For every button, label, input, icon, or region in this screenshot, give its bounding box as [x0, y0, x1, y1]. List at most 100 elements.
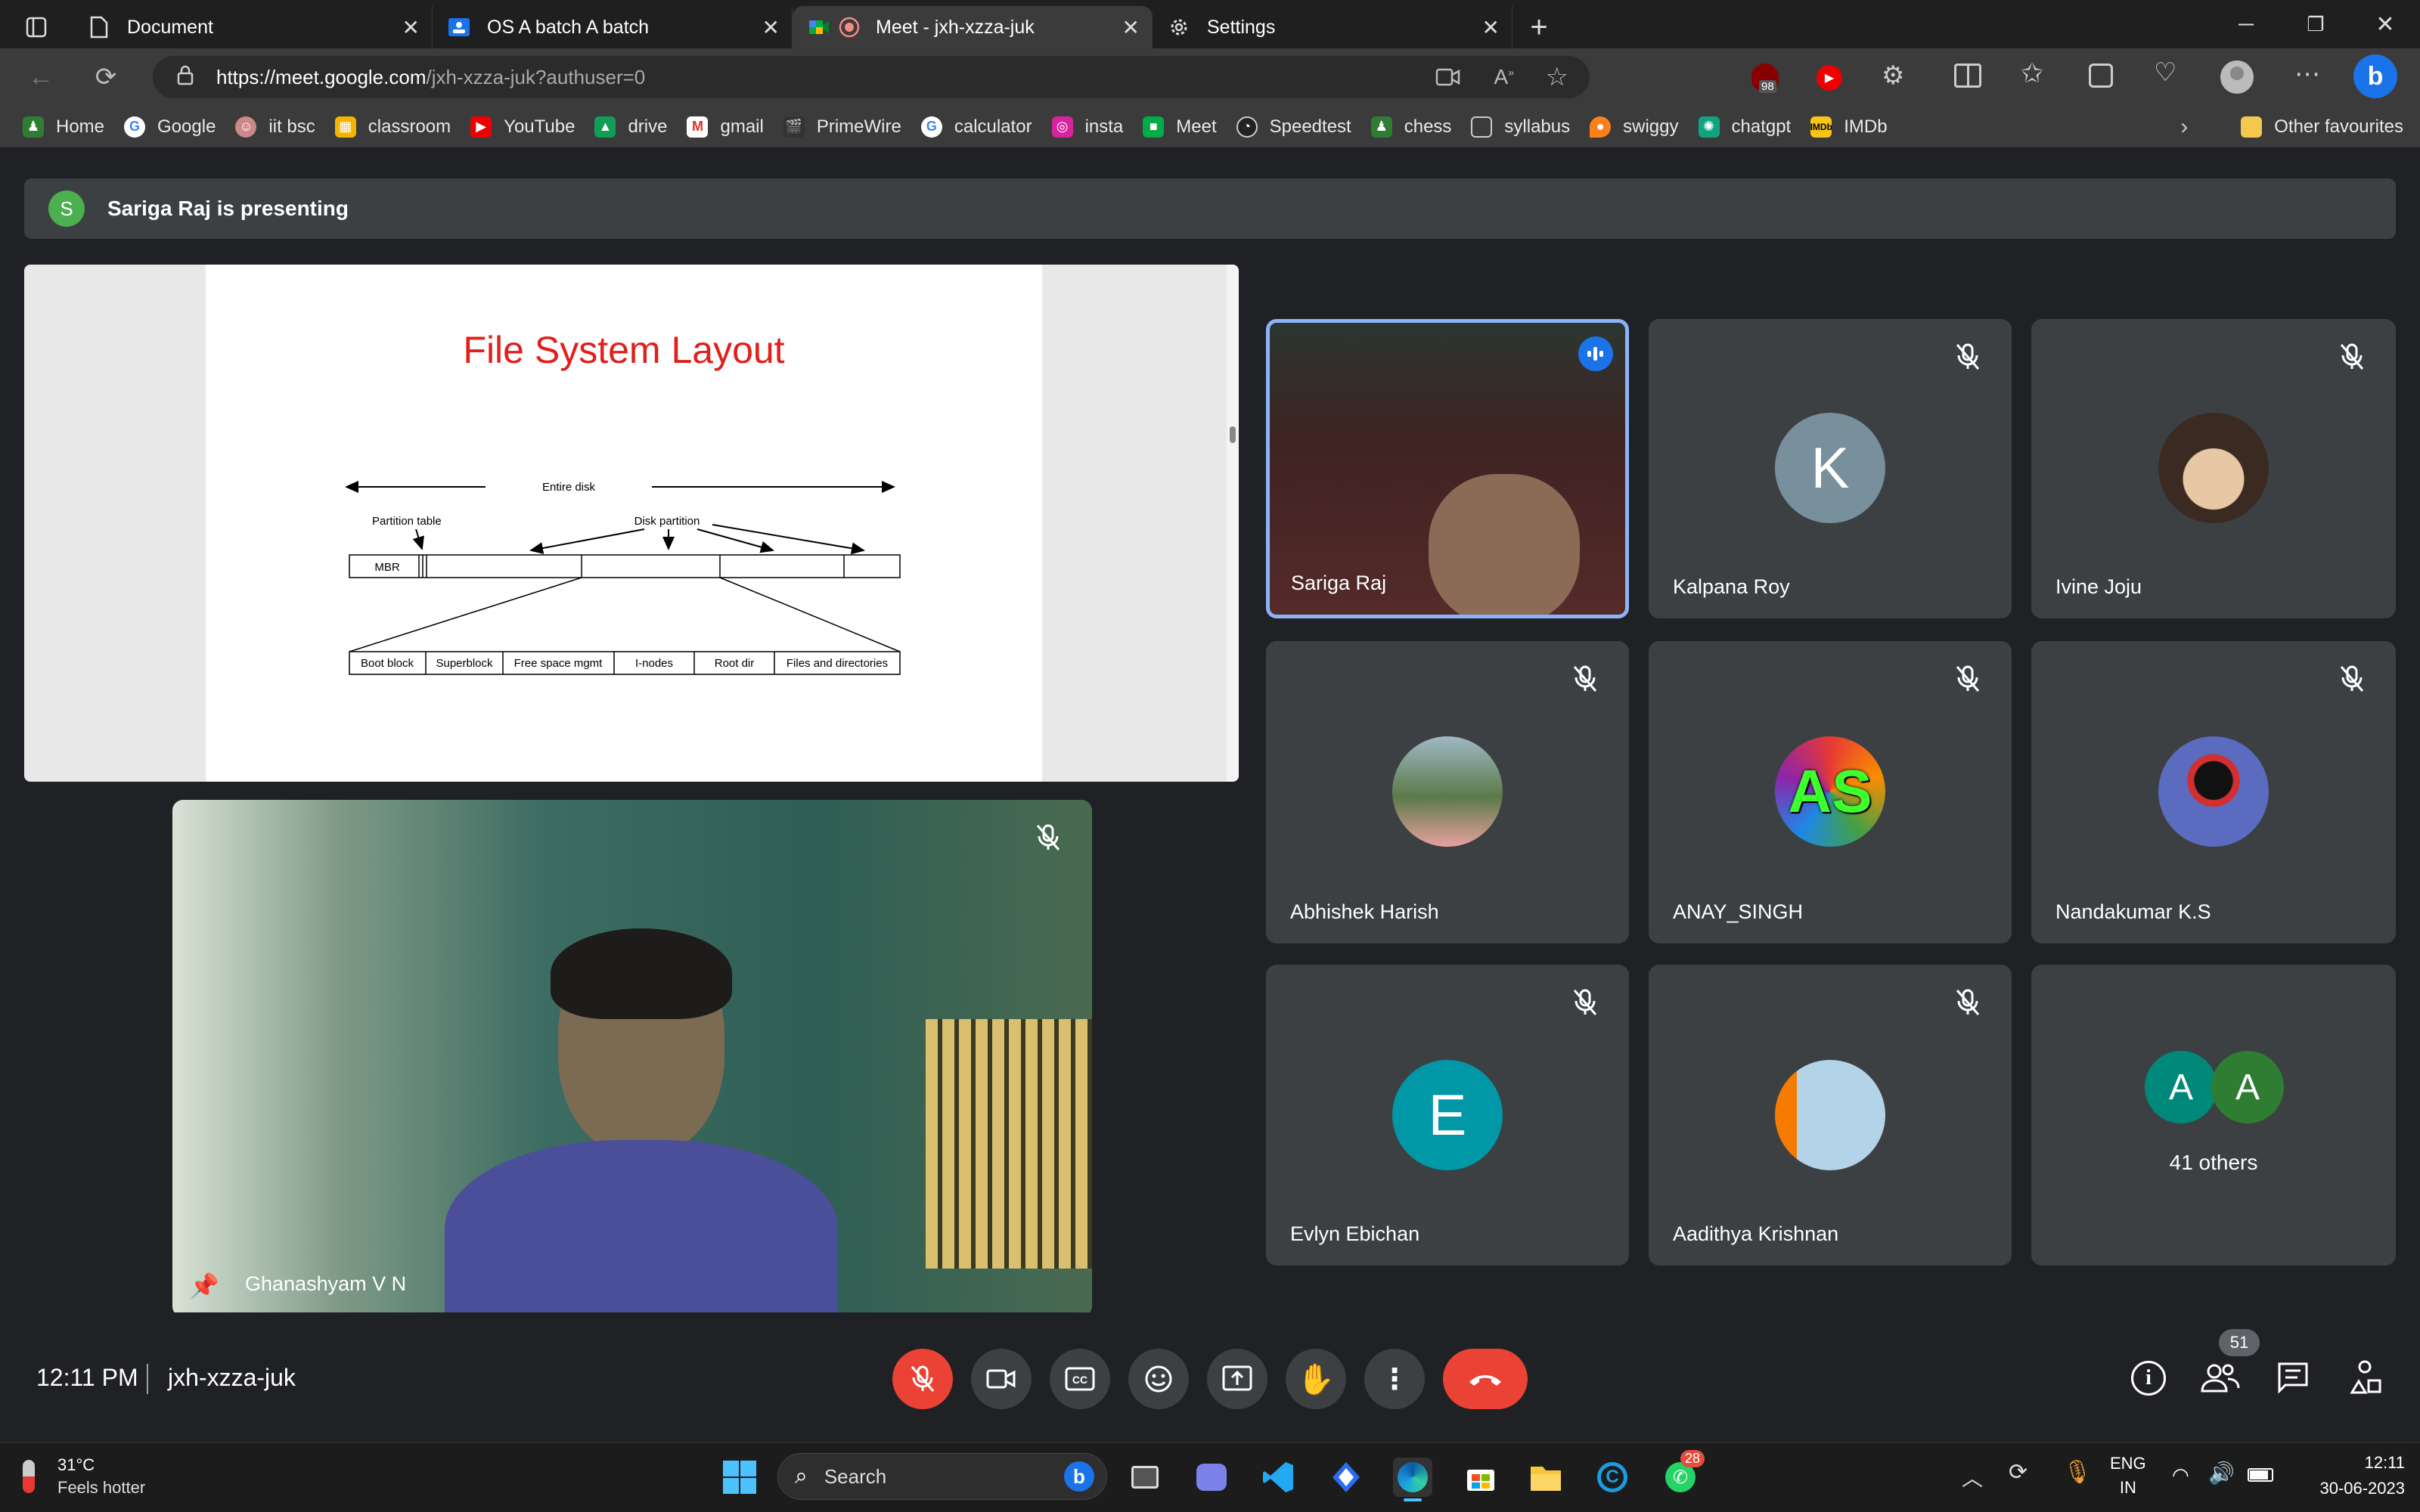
present-screen-button[interactable]	[1207, 1349, 1267, 1409]
imdb-icon: IMDb	[1810, 116, 1832, 138]
restore-button[interactable]: ❐	[2281, 13, 2350, 36]
shared-screen[interactable]: File System Layout Entire disk Partition…	[24, 265, 1239, 782]
favourite-star-icon[interactable]: ☆	[1546, 62, 1568, 92]
bookmark-syllabus[interactable]: syllabus	[1471, 116, 1570, 138]
raise-hand-button[interactable]: ✋	[1286, 1349, 1346, 1409]
collections-icon[interactable]	[2089, 64, 2113, 88]
bookmark-chatgpt[interactable]: ✺ chatgpt	[1698, 116, 1791, 138]
tab-actions-icon[interactable]	[0, 6, 73, 48]
participant-tile-ivine-joju[interactable]: Ivine Joju	[2031, 319, 2396, 618]
leave-call-button[interactable]	[1443, 1349, 1528, 1409]
reactions-button[interactable]	[1128, 1349, 1189, 1409]
bing-copilot-icon[interactable]: b	[2353, 54, 2397, 98]
system-clock[interactable]: 12:11 30-06-2023	[2291, 1450, 2405, 1501]
search-icon: ⌕	[795, 1464, 808, 1489]
tab-settings[interactable]: Settings ✕	[1153, 6, 1512, 48]
camera-toggle-button[interactable]	[971, 1349, 1032, 1409]
participant-tile-abhishek-harish[interactable]: Abhishek Harish	[1266, 641, 1629, 943]
bookmark-google[interactable]: G Google	[124, 116, 216, 138]
start-button[interactable]	[720, 1458, 759, 1497]
tab-meet[interactable]: Meet - jxh-xzza-juk ✕	[793, 6, 1153, 48]
close-icon[interactable]: ✕	[1482, 15, 1500, 40]
volume-icon[interactable]: 🔊	[2208, 1461, 2235, 1486]
url-bar[interactable]: https://meet.google.com /jxh-xzza-juk?au…	[153, 56, 1590, 98]
show-hidden-icons-chevron[interactable]: ︿	[1962, 1462, 1983, 1492]
captions-button[interactable]: CC	[1050, 1349, 1110, 1409]
tab-document[interactable]: Document ✕	[73, 6, 433, 48]
vscode-icon[interactable]	[1258, 1458, 1298, 1497]
participant-tile-sariga-raj[interactable]: Sariga Raj	[1266, 319, 1629, 618]
read-aloud-icon[interactable]: A»	[1494, 65, 1514, 89]
bookmark-calculator[interactable]: Gcalculator	[920, 116, 1032, 138]
battery-icon[interactable]	[2248, 1468, 2273, 1482]
slide-scrollbar[interactable]	[1227, 265, 1239, 782]
taskbar-search[interactable]: ⌕ Search b	[777, 1453, 1107, 1500]
bookmark-classroom[interactable]: ▦ classroom	[334, 116, 451, 138]
svg-text:CC: CC	[1072, 1374, 1087, 1386]
participant-tile-aadithya-krishnan[interactable]: Aadithya Krishnan	[1649, 965, 2012, 1266]
bookmark-meet[interactable]: ■ Meet	[1143, 116, 1217, 138]
more-menu-icon[interactable]: ⋯	[2294, 59, 2320, 89]
split-screen-icon[interactable]	[1954, 64, 1981, 88]
teams-chat-icon[interactable]	[1192, 1458, 1231, 1497]
microphone-in-use-icon[interactable]: 🎙	[2063, 1459, 2092, 1486]
people-button[interactable]	[2199, 1359, 2242, 1397]
activities-button[interactable]	[2347, 1359, 2382, 1399]
mic-toggle-button[interactable]	[892, 1349, 953, 1409]
browser-essentials-icon[interactable]: ♡	[2154, 57, 2176, 88]
bookmark-speedtest[interactable]: ◔ Speedtest	[1236, 116, 1351, 138]
sync-icon[interactable]: ⟳	[2009, 1459, 2028, 1486]
app-icon[interactable]	[1326, 1458, 1366, 1497]
bookmark-chess[interactable]: ♟ chess	[1370, 116, 1451, 138]
edge-icon[interactable]	[1393, 1458, 1432, 1501]
tab-classroom[interactable]: OS A batch A batch ✕	[433, 6, 793, 48]
bookmark-youtube[interactable]: ▶ YouTube	[470, 116, 575, 138]
chevron-right-icon[interactable]: ›	[2180, 114, 2188, 140]
bookmark-iit-bsc[interactable]: ☺ iit bsc	[235, 116, 315, 138]
pin-icon[interactable]: 📌	[189, 1272, 219, 1300]
close-icon[interactable]: ✕	[402, 15, 420, 40]
new-tab-button[interactable]: +	[1512, 6, 1565, 48]
window-curtain	[926, 1019, 1092, 1269]
cortana-icon[interactable]: C	[1593, 1458, 1632, 1497]
bookmark-drive[interactable]: ▲ drive	[594, 116, 667, 138]
extension-ublock-icon[interactable]: 98	[1751, 64, 1779, 93]
bookmark-gmail[interactable]: Mgmail	[687, 116, 764, 138]
close-icon[interactable]: ✕	[1122, 15, 1140, 40]
self-view-tile[interactable]: 📌 Ghanashyam V N	[172, 800, 1092, 1317]
others-tile[interactable]: A A 41 others	[2031, 965, 2396, 1266]
weather-widget[interactable]: 31°C Feels hotter	[23, 1450, 145, 1503]
extensions-puzzle-icon[interactable]: ⚙	[1882, 60, 1904, 91]
favourites-icon[interactable]: ✩	[2021, 57, 2043, 89]
camera-blocked-icon[interactable]	[1435, 67, 1461, 93]
youtube-extension-icon[interactable]: ▶	[1817, 65, 1842, 91]
wifi-icon[interactable]: ◠	[2172, 1464, 2189, 1487]
more-vertical-icon: ⋮	[1380, 1363, 1409, 1396]
participant-tile-nandakumar-ks[interactable]: Nandakumar K.S	[2031, 641, 2396, 943]
task-view-icon[interactable]	[1125, 1458, 1165, 1497]
more-options-button[interactable]: ⋮	[1364, 1349, 1425, 1409]
microsoft-store-icon[interactable]	[1461, 1458, 1500, 1497]
chat-button[interactable]	[2276, 1361, 2310, 1398]
back-button[interactable]: ←	[20, 56, 62, 98]
close-icon[interactable]: ✕	[762, 15, 780, 40]
bookmark-primewire[interactable]: 🎬 PrimeWire	[783, 116, 901, 138]
participant-tile-anay-singh[interactable]: AS ANAY_SINGH	[1649, 641, 2012, 943]
language-indicator[interactable]: ENG IN	[2110, 1452, 2146, 1500]
participant-tile-kalpana-roy[interactable]: K Kalpana Roy	[1649, 319, 2012, 618]
other-favourites-folder[interactable]: Other favourites	[2241, 116, 2403, 138]
minimize-button[interactable]: ─	[2211, 12, 2281, 36]
tab-label: OS A batch A batch	[487, 16, 650, 38]
whatsapp-icon[interactable]: ✆ 28	[1661, 1450, 1705, 1497]
bookmark-swiggy[interactable]: ● swiggy	[1590, 116, 1679, 138]
bookmark-insta[interactable]: ◎ insta	[1051, 116, 1123, 138]
file-explorer-icon[interactable]	[1526, 1458, 1565, 1497]
profile-avatar[interactable]	[2220, 60, 2254, 94]
meeting-details-icon[interactable]: i	[2131, 1361, 2166, 1396]
close-window-button[interactable]: ✕	[2350, 11, 2420, 38]
bookmark-home[interactable]: ♟ Home	[23, 116, 104, 138]
refresh-button[interactable]: ⟳	[85, 56, 127, 98]
block-label: Superblock	[436, 657, 493, 670]
bookmark-imdb[interactable]: IMDb IMDb	[1810, 116, 1888, 138]
participant-tile-evlyn-ebichan[interactable]: E Evlyn Ebichan	[1266, 965, 1629, 1266]
